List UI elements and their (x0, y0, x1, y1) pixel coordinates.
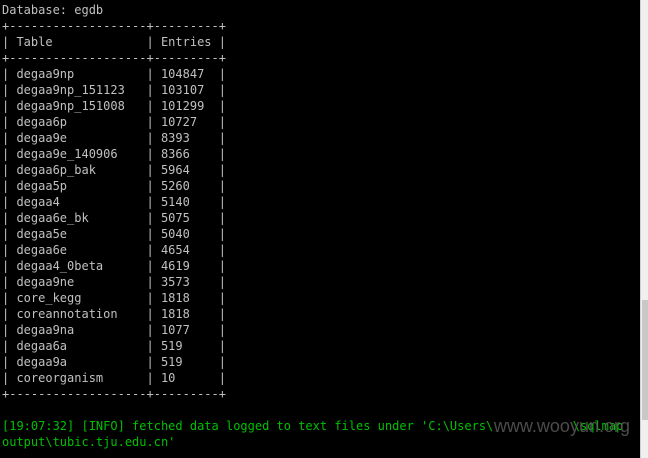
scrollbar-thumb[interactable] (642, 300, 648, 420)
watermark: www.wooyun.org (493, 416, 630, 436)
table-header: | Table | Entries | (2, 35, 226, 49)
table-row: | degaa6p_bak | 5964 | (2, 163, 226, 177)
table-row: | degaa9np_151123 | 103107 | (2, 83, 226, 97)
table-row: | core_kegg | 1818 | (2, 291, 226, 305)
vertical-scrollbar[interactable] (640, 0, 648, 458)
table-row: | degaa9a | 519 | (2, 355, 226, 369)
table-row: | degaa5e | 5040 | (2, 227, 226, 241)
table-row: | degaa6e | 4654 | (2, 243, 226, 257)
terminal-console: Database: egdb +-------------------+----… (0, 0, 640, 458)
table-row: | coreannotation | 1818 | (2, 307, 226, 321)
database-label: Database: egdb (2, 3, 104, 17)
table-row: | degaa6a | 519 | (2, 339, 226, 353)
table-row: | degaa4 | 5140 | (2, 195, 226, 209)
table-border-top: +-------------------+---------+ (2, 19, 226, 33)
table-row: | degaa6e_bk | 5075 | (2, 211, 226, 225)
table-row: | coreorganism | 10 | (2, 371, 226, 385)
table-row: | degaa9np_151008 | 101299 | (2, 99, 226, 113)
table-row: | degaa9np | 104847 | (2, 67, 226, 81)
table-row: | degaa9e_140906 | 8366 | (2, 147, 226, 161)
info-log-line-continued: output\tubic.tju.edu.cn' (2, 435, 176, 449)
table-border-header: +-------------------+---------+ (2, 51, 226, 65)
table-row: | degaa9ne | 3573 | (2, 275, 226, 289)
table-border-bottom: +-------------------+---------+ (2, 387, 226, 401)
table-row: | degaa9e | 8393 | (2, 131, 226, 145)
table-row: | degaa9na | 1077 | (2, 323, 226, 337)
table-row: | degaa5p | 5260 | (2, 179, 226, 193)
table-row: | degaa4_0beta | 4619 | (2, 259, 226, 273)
table-row: | degaa6p | 10727 | (2, 115, 226, 129)
